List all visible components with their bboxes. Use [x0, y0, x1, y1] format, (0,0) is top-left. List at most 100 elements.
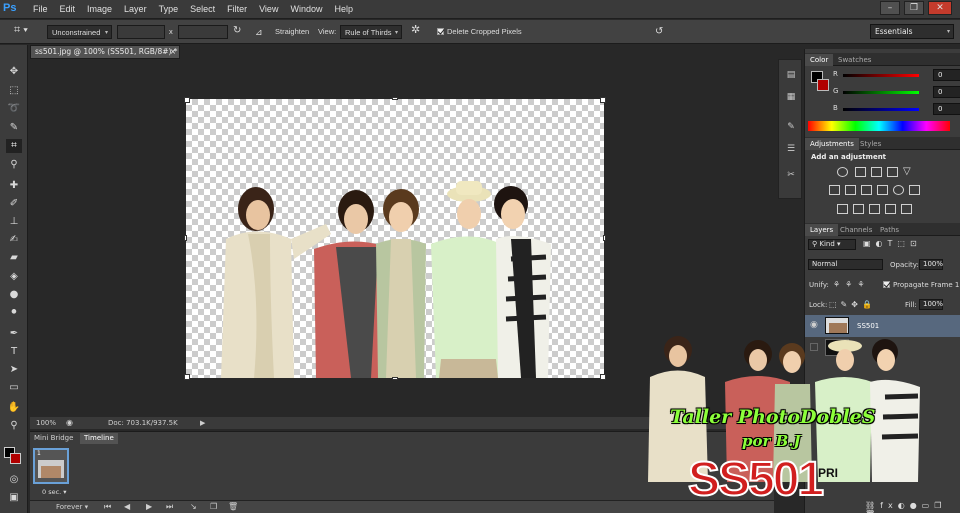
gear-icon[interactable]: ✲ — [411, 23, 420, 37]
screen-mode-icon[interactable]: ▣ — [6, 491, 22, 505]
blend-mode-select[interactable]: Normal — [808, 259, 883, 270]
crop-handle-top-left[interactable] — [184, 97, 190, 103]
green-slider[interactable] — [843, 91, 919, 94]
rectangle-tool-icon[interactable]: ▭ — [6, 381, 22, 395]
prev-frame-icon[interactable]: ◀ — [124, 502, 130, 511]
tab-adjustments[interactable]: Adjustments — [805, 138, 859, 150]
lock-icons[interactable]: ⬚✎✥🔒 — [829, 300, 876, 309]
view-select[interactable]: Rule of Thirds ▾ — [340, 25, 402, 39]
tool-presets-icon[interactable]: ✂ — [784, 170, 798, 182]
curves-icon[interactable] — [871, 167, 882, 177]
eyedropper-tool-icon[interactable]: ⚲ — [6, 158, 22, 172]
clone-stamp-tool-icon[interactable]: ⊥ — [6, 215, 22, 229]
menu-help[interactable]: Help — [334, 4, 353, 14]
color-balance-icon[interactable] — [845, 185, 856, 195]
color-bg-swatch[interactable] — [817, 79, 829, 91]
brush-presets-icon[interactable]: ✎ — [784, 122, 798, 134]
tab-styles[interactable]: Styles — [855, 138, 886, 150]
tab-color[interactable]: Color — [805, 54, 834, 66]
blue-slider[interactable] — [843, 108, 919, 111]
straighten-label[interactable]: Straighten — [275, 25, 309, 39]
menu-window[interactable]: Window — [290, 4, 322, 14]
posterize-icon[interactable] — [853, 204, 864, 214]
black-white-icon[interactable] — [861, 185, 872, 195]
restore-button[interactable]: ❐ — [904, 1, 924, 15]
menu-view[interactable]: View — [259, 4, 278, 14]
healing-brush-tool-icon[interactable]: ✚ — [6, 179, 22, 193]
close-tab-icon[interactable]: × — [170, 46, 176, 58]
properties-icon[interactable]: ☰ — [784, 144, 798, 156]
move-tool-icon[interactable]: ✥ — [6, 65, 22, 79]
gradient-map-icon[interactable] — [885, 204, 896, 214]
paint-bucket-tool-icon[interactable]: ◈ — [6, 270, 22, 284]
crop-tool-icon[interactable]: ⌗ — [6, 139, 22, 153]
fill-field[interactable]: 100% — [919, 299, 943, 310]
reset-icon[interactable]: ↺ — [655, 25, 663, 39]
type-tool-icon[interactable]: T — [6, 345, 22, 359]
history-icon[interactable]: ▤ — [784, 70, 798, 82]
menu-type[interactable]: Type — [159, 4, 179, 14]
photo-filter-icon[interactable] — [877, 185, 888, 195]
tween-icon[interactable]: ↘ — [190, 502, 197, 511]
workspace-select[interactable]: Essentials ▾ — [870, 24, 954, 39]
play-icon[interactable]: ▶ — [146, 502, 152, 511]
color-spectrum[interactable] — [808, 121, 950, 131]
ratio-height-field[interactable] — [178, 25, 228, 39]
document-tab[interactable]: ss501.jpg @ 100% (SS501, RGB/8#) * × — [30, 45, 180, 59]
eye-icon[interactable]: ◉ — [810, 320, 818, 330]
hue-saturation-icon[interactable] — [829, 185, 840, 195]
duplicate-frame-icon[interactable]: ❐ — [210, 502, 217, 511]
exposure-icon[interactable] — [887, 167, 898, 177]
crop-handle-right[interactable] — [603, 235, 606, 241]
levels-icon[interactable] — [855, 167, 866, 177]
tab-mini-bridge[interactable]: Mini Bridge — [30, 433, 77, 444]
eraser-tool-icon[interactable]: ▰ — [6, 251, 22, 265]
crop-handle-bottom-left[interactable] — [184, 374, 190, 380]
blue-value[interactable]: 0 — [933, 103, 960, 115]
zoom-tool-icon[interactable]: ⚲ — [6, 419, 22, 433]
unify-icons[interactable]: ⚘⚘⚘ — [833, 280, 870, 289]
frame-delay-select[interactable]: 0 sec. ▾ — [42, 488, 67, 496]
quick-select-tool-icon[interactable]: ✎ — [6, 121, 22, 135]
marquee-tool-icon[interactable]: ⬚ — [6, 84, 22, 98]
tab-timeline[interactable]: Timeline — [80, 433, 118, 444]
quick-mask-icon[interactable]: ◎ — [6, 473, 22, 487]
red-slider[interactable] — [843, 74, 919, 77]
animation-frame[interactable]: 1 — [33, 448, 69, 484]
menu-filter[interactable]: Filter — [227, 4, 247, 14]
color-lookup-icon[interactable] — [909, 185, 920, 195]
menu-file[interactable]: File — [33, 4, 48, 14]
opacity-field[interactable]: 100% — [919, 259, 943, 270]
tab-paths[interactable]: Paths — [875, 224, 904, 236]
first-frame-icon[interactable]: ⏮ — [104, 502, 111, 512]
swap-icon[interactable]: ↻ — [233, 24, 241, 38]
propagate-checkbox[interactable]: Propagate Frame 1 — [883, 281, 959, 289]
background-color-swatch[interactable] — [10, 453, 21, 464]
crop-handle-left[interactable] — [184, 235, 187, 241]
layer-kind-filter[interactable]: ⚲ Kind ▾ — [808, 239, 856, 250]
loop-select[interactable]: Forever ▾ — [56, 503, 88, 511]
dodge-tool-icon[interactable]: ⚫ — [6, 306, 22, 320]
tab-layers[interactable]: Layers — [805, 224, 839, 236]
ratio-width-field[interactable] — [117, 25, 165, 39]
vibrance-icon[interactable]: ▽ — [903, 167, 914, 177]
info-icon[interactable]: ▦ — [784, 92, 798, 104]
delete-cropped-checkbox[interactable]: Delete Cropped Pixels — [437, 25, 522, 39]
brightness-icon[interactable] — [837, 167, 848, 177]
crop-handle-bottom[interactable] — [392, 377, 398, 380]
path-select-tool-icon[interactable]: ➤ — [6, 363, 22, 377]
invert-icon[interactable] — [837, 204, 848, 214]
history-brush-tool-icon[interactable]: ✍ — [6, 233, 22, 247]
layer-filter-icons[interactable]: ▣◐T⬚⊡ — [863, 239, 922, 248]
menu-edit[interactable]: Edit — [60, 4, 76, 14]
status-icon[interactable]: ◉ — [66, 417, 73, 429]
layer-name[interactable]: SS501 — [857, 322, 879, 330]
menu-image[interactable]: Image — [87, 4, 112, 14]
close-button[interactable]: ✕ — [928, 1, 952, 15]
crop-handle-bottom-right[interactable] — [600, 374, 606, 380]
next-frame-icon[interactable]: ⏭ — [166, 502, 173, 512]
selective-color-icon[interactable] — [901, 204, 912, 214]
zoom-level[interactable]: 100% — [36, 417, 56, 429]
ratio-select[interactable]: Unconstrained ▾ — [47, 25, 112, 39]
pen-tool-icon[interactable]: ✒ — [6, 327, 22, 341]
